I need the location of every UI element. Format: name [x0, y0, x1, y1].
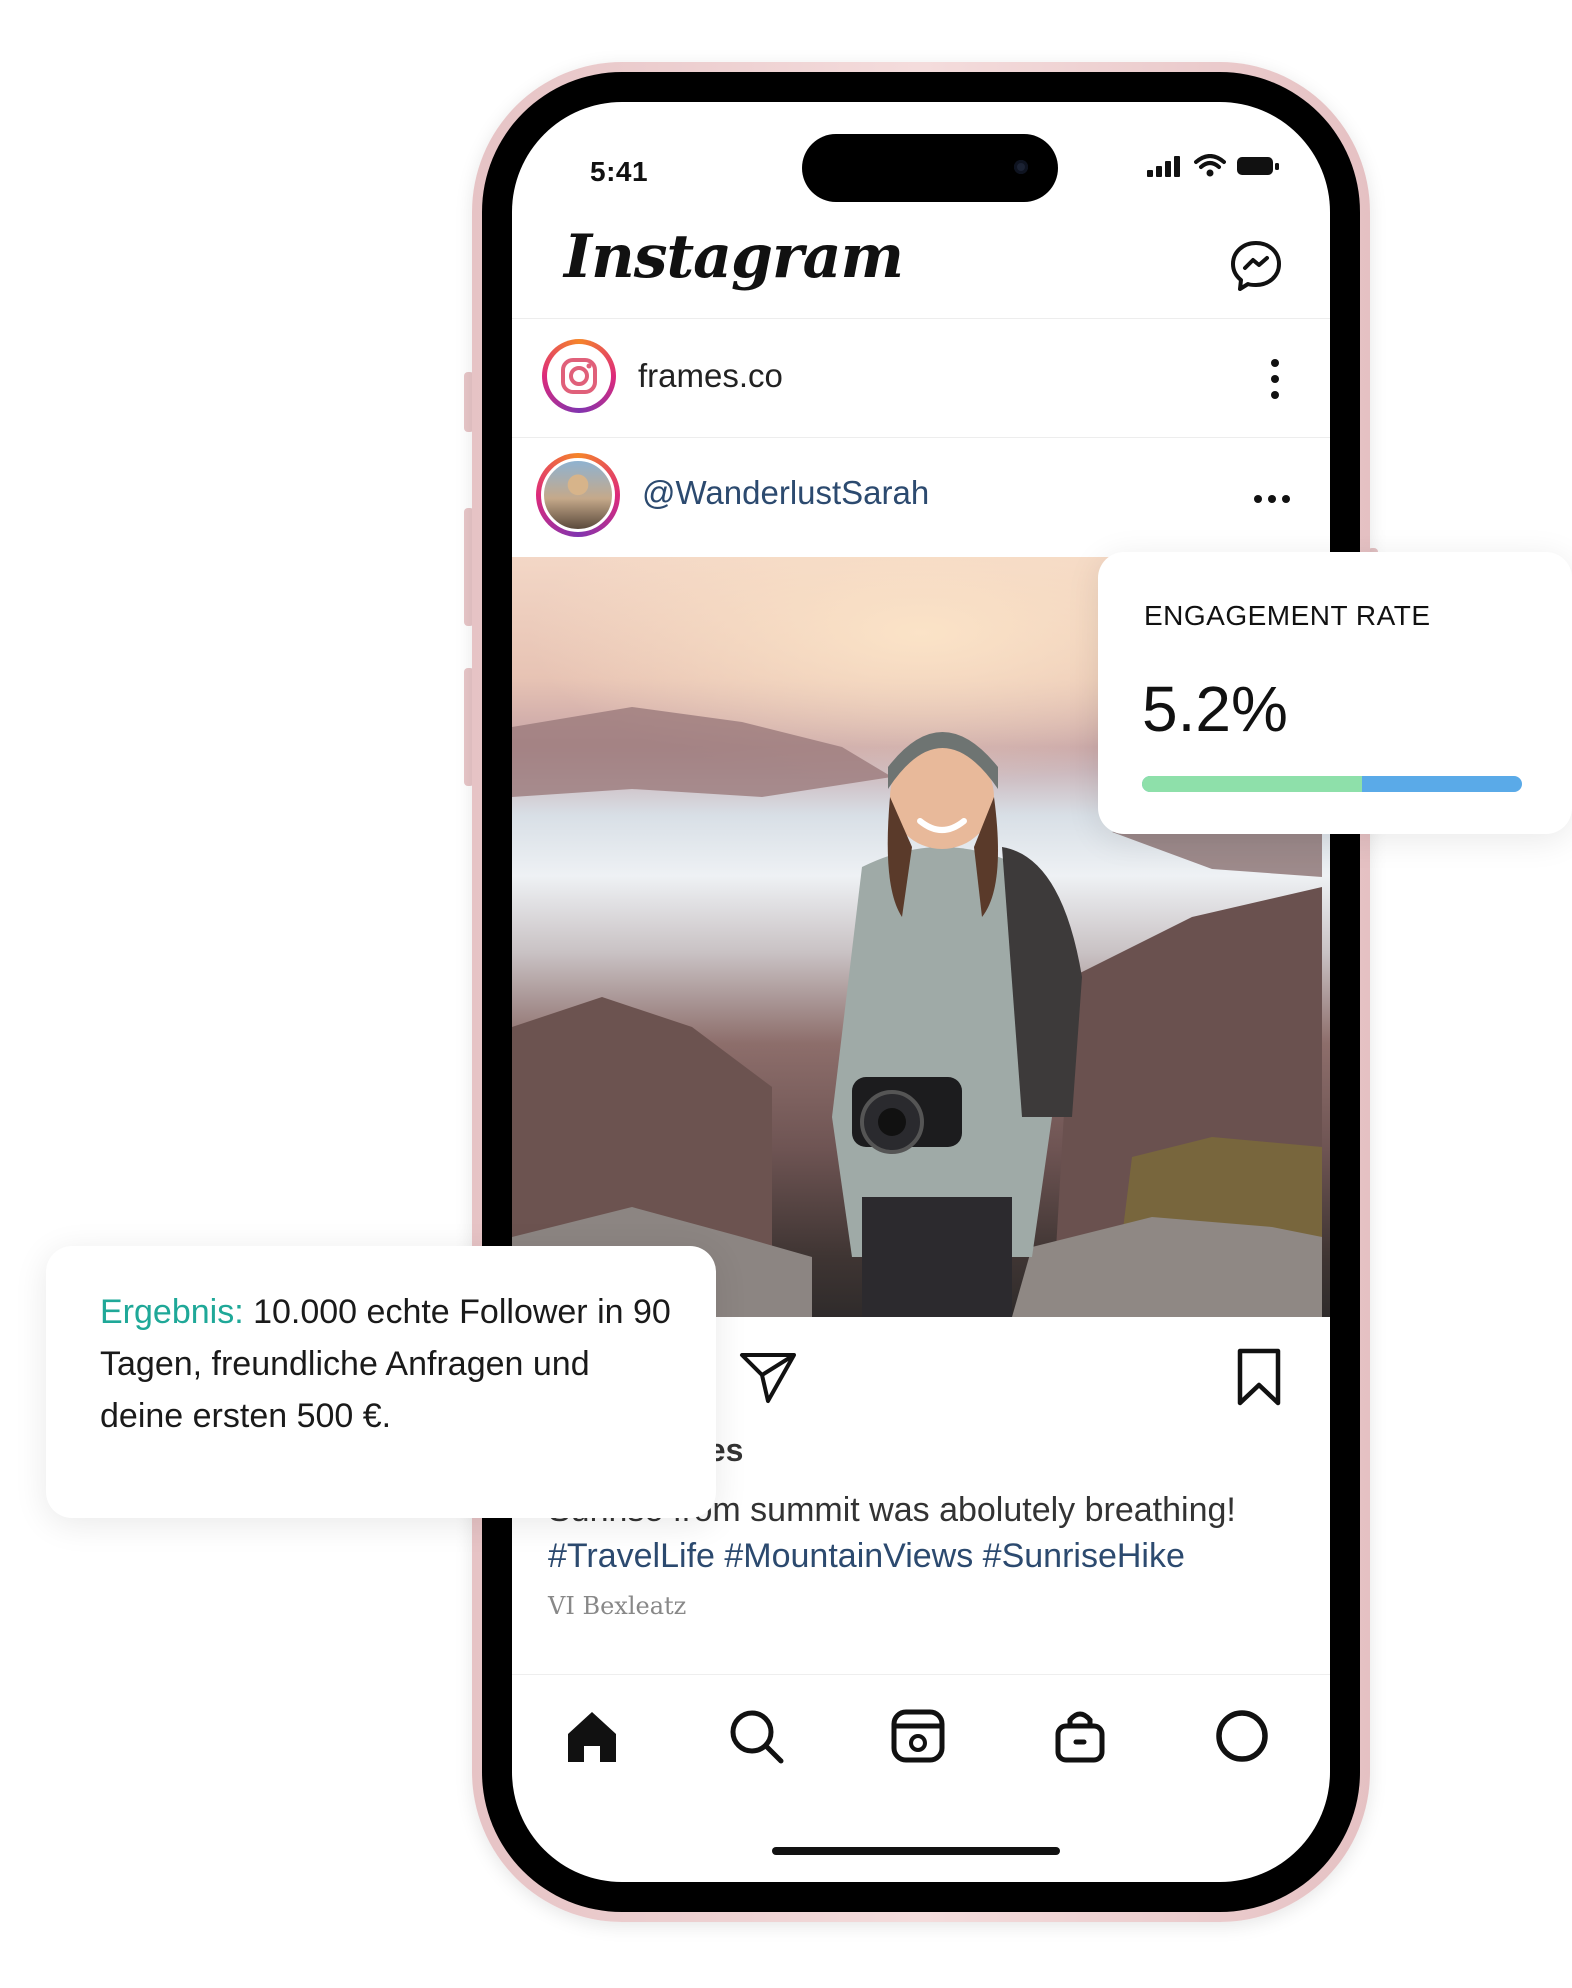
- profile-icon[interactable]: [1212, 1706, 1272, 1766]
- search-icon[interactable]: [726, 1706, 786, 1766]
- engagement-progress-fill: [1142, 776, 1363, 792]
- engagement-progress-bar: [1142, 776, 1522, 792]
- messenger-icon[interactable]: [1228, 238, 1284, 294]
- phone-bezel: 5:41 Instagram frames.co @WanderlustSara…: [482, 72, 1360, 1912]
- bookmark-icon[interactable]: [1234, 1347, 1284, 1407]
- instagram-logo[interactable]: Instagram: [564, 222, 904, 292]
- nav-divider: [512, 1674, 1330, 1675]
- account-username[interactable]: frames.co: [638, 357, 783, 395]
- wifi-icon: [1194, 154, 1226, 177]
- caption-hashtags[interactable]: #TravelLife #MountainViews #SunriseHike: [548, 1533, 1300, 1579]
- engagement-value: 5.2%: [1142, 673, 1288, 745]
- status-icons: [1146, 154, 1280, 178]
- result-accent: Ergebnis:: [100, 1293, 244, 1331]
- reels-icon[interactable]: [888, 1706, 948, 1766]
- dynamic-island: [802, 134, 1058, 202]
- status-time: 5:41: [590, 156, 649, 187]
- shop-icon[interactable]: [1050, 1706, 1110, 1766]
- result-text: Ergebnis: 10.000 echte Follower in 90 Ta…: [100, 1286, 676, 1442]
- post-header: @WanderlustSarah: [512, 437, 1330, 555]
- account-row[interactable]: frames.co: [512, 319, 1330, 438]
- engagement-label: ENGAGEMENT RATE: [1144, 600, 1431, 631]
- battery-icon: [1237, 157, 1279, 175]
- post-author[interactable]: @WanderlustSarah: [642, 474, 929, 512]
- engagement-card: ENGAGEMENT RATE 5.2%: [1098, 552, 1572, 834]
- post-meta: VI Bexleatz: [548, 1592, 687, 1620]
- signal-icon: [1147, 156, 1180, 177]
- kebab-menu-icon[interactable]: [1268, 357, 1282, 401]
- hiker-figure: [832, 732, 1082, 1317]
- home-indicator: [772, 1847, 1060, 1855]
- author-avatar[interactable]: [536, 453, 620, 537]
- account-avatar[interactable]: [542, 339, 616, 413]
- phone-mockup: 5:41 Instagram frames.co @WanderlustSara…: [472, 62, 1370, 1922]
- result-card: Ergebnis: 10.000 echte Follower in 90 Ta…: [46, 1246, 716, 1518]
- instagram-header: Instagram: [512, 210, 1330, 319]
- more-dots-icon[interactable]: [1252, 493, 1292, 505]
- phone-screen: 5:41 Instagram frames.co @WanderlustSara…: [512, 102, 1330, 1882]
- instagram-glyph-icon: [561, 358, 597, 394]
- send-icon[interactable]: [738, 1349, 798, 1405]
- bottom-nav: [512, 1692, 1330, 1792]
- home-icon[interactable]: [562, 1706, 622, 1766]
